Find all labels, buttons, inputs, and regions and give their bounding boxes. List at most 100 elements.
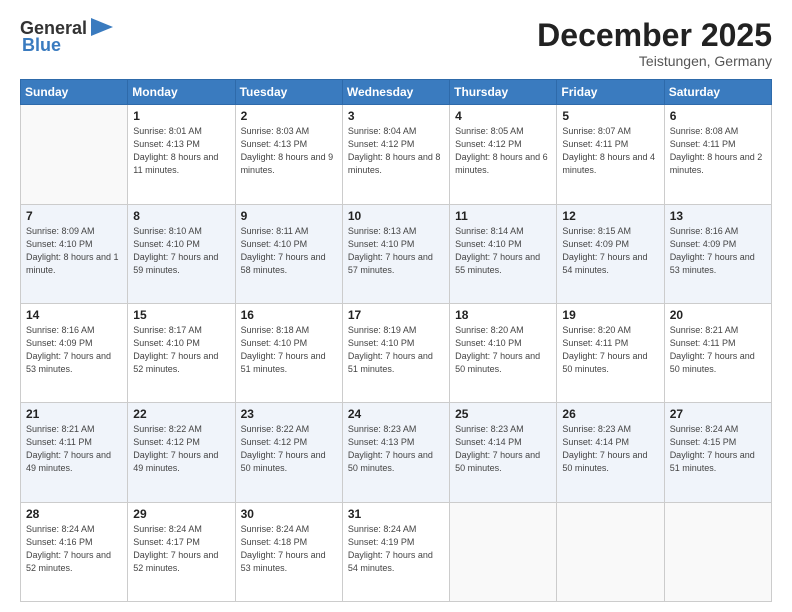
sunset-text: Sunset: 4:16 PM xyxy=(26,537,93,547)
header-tuesday: Tuesday xyxy=(235,80,342,105)
day-number: 7 xyxy=(26,209,122,223)
sunset-text: Sunset: 4:10 PM xyxy=(133,338,200,348)
sunrise-text: Sunrise: 8:23 AM xyxy=(562,424,631,434)
sunrise-text: Sunrise: 8:24 AM xyxy=(348,524,417,534)
sunset-text: Sunset: 4:11 PM xyxy=(26,437,92,447)
table-row: 12Sunrise: 8:15 AMSunset: 4:09 PMDayligh… xyxy=(557,204,664,303)
cell-info: Sunrise: 8:15 AMSunset: 4:09 PMDaylight:… xyxy=(562,225,658,277)
sunset-text: Sunset: 4:09 PM xyxy=(670,239,737,249)
table-row: 25Sunrise: 8:23 AMSunset: 4:14 PMDayligh… xyxy=(450,403,557,502)
sunrise-text: Sunrise: 8:04 AM xyxy=(348,126,417,136)
day-number: 28 xyxy=(26,507,122,521)
cell-info: Sunrise: 8:01 AMSunset: 4:13 PMDaylight:… xyxy=(133,125,229,177)
table-row: 18Sunrise: 8:20 AMSunset: 4:10 PMDayligh… xyxy=(450,303,557,402)
day-number: 17 xyxy=(348,308,444,322)
table-row: 19Sunrise: 8:20 AMSunset: 4:11 PMDayligh… xyxy=(557,303,664,402)
cell-info: Sunrise: 8:16 AM Sunset: 4:09 PM Daylight:… xyxy=(670,225,766,277)
sunset-text: Sunset: 4:19 PM xyxy=(348,537,415,547)
cell-info: Sunrise: 8:22 AMSunset: 4:12 PMDaylight:… xyxy=(133,423,229,475)
cell-info: Sunrise: 8:21 AMSunset: 4:11 PMDaylight:… xyxy=(670,324,766,376)
calendar-week-row: 14Sunrise: 8:16 AMSunset: 4:09 PMDayligh… xyxy=(21,303,772,402)
cell-info: Sunrise: 8:20 AMSunset: 4:11 PMDaylight:… xyxy=(562,324,658,376)
daylight-text: Daylight: 7 hours and 50 minutes. xyxy=(562,450,647,473)
daylight-text: Daylight: 7 hours and 55 minutes. xyxy=(455,252,540,275)
sunrise-text: Sunrise: 8:17 AM xyxy=(133,325,202,335)
daylight-text: Daylight: 7 hours and 52 minutes. xyxy=(133,351,218,374)
sunrise-text: Sunrise: 8:23 AM xyxy=(455,424,524,434)
title-area: December 2025 Teistungen, Germany xyxy=(537,18,772,69)
sunrise-text: Sunrise: 8:11 AM xyxy=(241,226,309,236)
sunset-text: Sunset: 4:10 PM xyxy=(241,338,308,348)
sunrise-text: Sunrise: 8:24 AM xyxy=(26,524,95,534)
weekday-header-row: Sunday Monday Tuesday Wednesday Thursday… xyxy=(21,80,772,105)
sunset-text: Sunset: 4:13 PM xyxy=(133,139,200,149)
sunrise-text: Sunrise: 8:07 AM xyxy=(562,126,631,136)
header-monday: Monday xyxy=(128,80,235,105)
sunrise-text: Sunrise: 8:01 AM xyxy=(133,126,202,136)
cell-info: Sunrise: 8:24 AMSunset: 4:18 PMDaylight:… xyxy=(241,523,337,575)
day-number: 10 xyxy=(348,209,444,223)
daylight-text: Daylight: 7 hours and 49 minutes. xyxy=(133,450,218,473)
cell-info: Sunrise: 8:24 AMSunset: 4:19 PMDaylight:… xyxy=(348,523,444,575)
cell-info: Sunrise: 8:08 AMSunset: 4:11 PMDaylight:… xyxy=(670,125,766,177)
daylight-text: Daylight: 7 hours and 58 minutes. xyxy=(241,252,326,275)
sunrise-text: Sunrise: 8:20 AM xyxy=(562,325,631,335)
daylight-text: Daylight: 7 hours and 50 minutes. xyxy=(455,450,540,473)
daylight-text: Daylight: 7 hours and 51 minutes. xyxy=(241,351,326,374)
daylight-text: Daylight: 7 hours and 53 minutes. xyxy=(26,351,111,374)
sunset-text: Sunset: 4:10 PM xyxy=(133,239,200,249)
cell-info: Sunrise: 8:14 AMSunset: 4:10 PMDaylight:… xyxy=(455,225,551,277)
cell-info: Sunrise: 8:13 AM Sunset: 4:10 PM Daylight:… xyxy=(348,225,444,277)
table-row: 2Sunrise: 8:03 AMSunset: 4:13 PMDaylight… xyxy=(235,105,342,204)
sunset-text: Sunset: 4:10 PM xyxy=(26,239,93,249)
cell-info: Sunrise: 8:05 AMSunset: 4:12 PMDaylight:… xyxy=(455,125,551,177)
sunset-text: Sunset: 4:13 PM xyxy=(241,139,308,149)
sunrise-text: Sunrise: 8:08 AM xyxy=(670,126,739,136)
day-number: 24 xyxy=(348,407,444,421)
daylight-text: Daylight: 7 hours and 51 minutes. xyxy=(670,450,755,473)
sunset-text: Sunset: 4:17 PM xyxy=(133,537,200,547)
sunset-text: Sunset: 4:11 PM xyxy=(670,338,736,348)
cell-info: Sunrise: 8:18 AMSunset: 4:10 PMDaylight:… xyxy=(241,324,337,376)
sunrise-text: Sunrise: 8:16 AM xyxy=(670,226,739,236)
daylight-text: Daylight: 7 hours and 57 minutes. xyxy=(348,252,433,275)
logo-blue: Blue xyxy=(20,35,61,56)
table-row: 21Sunrise: 8:21 AMSunset: 4:11 PMDayligh… xyxy=(21,403,128,502)
sunrise-text: Sunrise: 8:09 AM xyxy=(26,226,95,236)
calendar-week-row: 28Sunrise: 8:24 AMSunset: 4:16 PMDayligh… xyxy=(21,502,772,601)
table-row: 3Sunrise: 8:04 AMSunset: 4:12 PMDaylight… xyxy=(342,105,449,204)
header: General Blue December 2025 Teistungen, G… xyxy=(20,18,772,69)
cell-info: Sunrise: 8:16 AMSunset: 4:09 PMDaylight:… xyxy=(26,324,122,376)
table-row: 7Sunrise: 8:09 AMSunset: 4:10 PMDaylight… xyxy=(21,204,128,303)
sunset-text: Sunset: 4:10 PM xyxy=(455,338,522,348)
sunrise-text: Sunrise: 8:19 AM xyxy=(348,325,417,335)
sunset-text: Sunset: 4:10 PM xyxy=(241,239,308,249)
sunset-text: Sunset: 4:11 PM xyxy=(562,139,628,149)
sunrise-text: Sunrise: 8:24 AM xyxy=(241,524,310,534)
table-row: 6Sunrise: 8:08 AMSunset: 4:11 PMDaylight… xyxy=(664,105,771,204)
sunset-text: Sunset: 4:10 PM xyxy=(348,239,415,249)
cell-info: Sunrise: 8:19 AMSunset: 4:10 PMDaylight:… xyxy=(348,324,444,376)
table-row xyxy=(450,502,557,601)
sunrise-text: Sunrise: 8:23 AM xyxy=(348,424,417,434)
sunrise-text: Sunrise: 8:16 AM xyxy=(26,325,95,335)
header-wednesday: Wednesday xyxy=(342,80,449,105)
page: General Blue December 2025 Teistungen, G… xyxy=(0,0,792,612)
table-row: 11Sunrise: 8:14 AMSunset: 4:10 PMDayligh… xyxy=(450,204,557,303)
table-row: 13Sunrise: 8:16 AMSunset: 4:09 PMDayligh… xyxy=(664,204,771,303)
table-row: 17 Sunrise: 8:19 AMSunset: 4:10 PMDayligh… xyxy=(342,303,449,402)
daylight-text: Daylight: 7 hours and 53 minutes. xyxy=(670,252,755,275)
calendar-week-row: 7 Sunrise: 8:09 AM Sunset: 4:10 PM Daylight… xyxy=(21,204,772,303)
header-saturday: Saturday xyxy=(664,80,771,105)
sunset-text: Sunset: 4:11 PM xyxy=(562,338,628,348)
day-number: 23 xyxy=(241,407,337,421)
calendar-table: Sunday Monday Tuesday Wednesday Thursday… xyxy=(20,79,772,602)
day-number: 5 xyxy=(562,109,658,123)
header-sunday: Sunday xyxy=(21,80,128,105)
day-number: 25 xyxy=(455,407,551,421)
sunrise-text: Sunrise: 8:13 AM xyxy=(348,226,417,236)
header-thursday: Thursday xyxy=(450,80,557,105)
daylight-text: Daylight: 8 hours and 9 minutes. xyxy=(241,152,334,175)
sunrise-text: Sunrise: 8:21 AM xyxy=(26,424,95,434)
table-row: 22Sunrise: 8:22 AMSunset: 4:12 PMDayligh… xyxy=(128,403,235,502)
